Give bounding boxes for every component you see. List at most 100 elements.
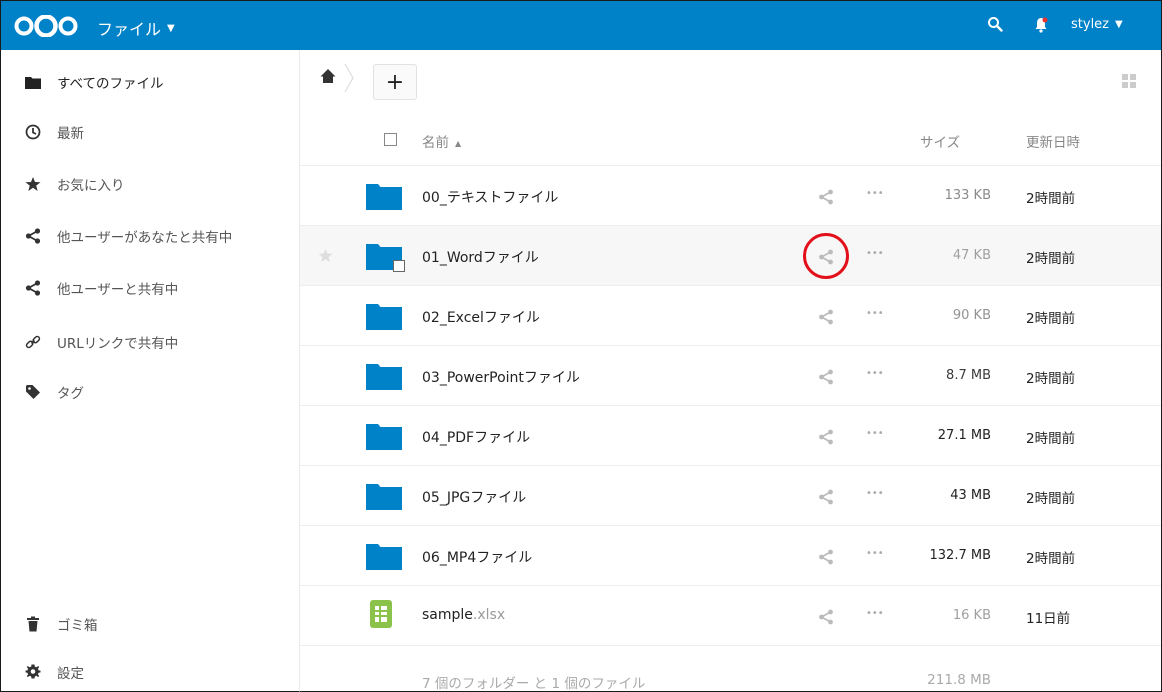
breadcrumb-separator-icon — [344, 64, 354, 92]
size-column-header[interactable]: サイズ — [920, 131, 960, 151]
file-name-base: 03_PowerPointファイル — [422, 370, 580, 386]
file-size: 8.7 MB — [946, 368, 991, 383]
file-size: 27.1 MB — [937, 428, 991, 443]
folder-icon[interactable] — [366, 302, 402, 330]
name-column-label: 名前 — [422, 135, 449, 151]
sidebar-item-label: ゴミ箱 — [57, 618, 98, 634]
sidebar-item-recent[interactable]: 最新 — [1, 108, 300, 156]
file-name-base: 02_Excelファイル — [422, 310, 540, 326]
file-name[interactable]: 02_Excelファイル — [422, 307, 540, 327]
file-size: 43 MB — [950, 488, 991, 503]
sidebar-item-shared-by-link[interactable]: URLリンクで共有中 — [1, 318, 300, 366]
sidebar-item-tags[interactable]: タグ — [1, 368, 300, 416]
sidebar-item-label: 最新 — [57, 126, 84, 142]
more-actions-icon[interactable]: ••• — [866, 188, 886, 204]
file-name-base: 06_MP4ファイル — [422, 550, 533, 566]
grid-view-icon[interactable] — [1122, 74, 1136, 88]
select-all-checkbox[interactable] — [384, 133, 397, 146]
file-size: 47 KB — [952, 248, 991, 263]
row-select-checkbox[interactable] — [393, 260, 405, 272]
table-row[interactable]: 03_PowerPointファイル ••• 8.7 MB 2時間前 — [300, 346, 1161, 406]
file-list-area: + 名前 ▲ サイズ 更新日時 00_テキストファイル ••• 133 KB 2時間前 0… — [300, 50, 1162, 692]
file-name[interactable]: 06_MP4ファイル — [422, 547, 532, 567]
file-size: 90 KB — [952, 308, 991, 323]
file-name[interactable]: 05_JPGファイル — [422, 487, 526, 507]
file-name[interactable]: sample.xlsx — [422, 607, 505, 623]
name-column-header[interactable]: 名前 ▲ — [422, 131, 461, 151]
spreadsheet-file-icon[interactable] — [370, 600, 396, 630]
sidebar: すべてのファイル 最新 お気に入り 他ユーザーがあなたと共有中 他ユーザーと共有… — [0, 50, 300, 692]
summary-row: 7 個のフォルダー と 1 個のファイル 211.8 MB — [300, 646, 1161, 692]
sidebar-item-trash[interactable]: ゴミ箱 — [1, 600, 300, 648]
folder-icon[interactable] — [366, 542, 402, 570]
table-row[interactable]: 02_Excelファイル ••• 90 KB 2時間前 — [300, 286, 1161, 346]
folder-icon[interactable] — [366, 422, 402, 450]
table-row[interactable]: 06_MP4ファイル ••• 132.7 MB 2時間前 — [300, 526, 1161, 586]
sidebar-item-settings[interactable]: 設定 — [1, 648, 300, 692]
file-modified: 2時間前 — [1026, 491, 1076, 507]
file-name-base: 01_Wordファイル — [422, 250, 539, 266]
gear-icon — [25, 664, 41, 680]
share-icon — [25, 228, 41, 244]
more-actions-icon[interactable]: ••• — [866, 248, 886, 264]
file-modified: 2時間前 — [1026, 431, 1076, 447]
file-name-base: 04_PDFファイル — [422, 430, 531, 446]
share-icon[interactable] — [818, 429, 834, 445]
share-icon[interactable] — [818, 609, 834, 625]
share-icon[interactable] — [818, 489, 834, 505]
tag-icon — [25, 384, 41, 400]
search-icon[interactable] — [987, 16, 1003, 32]
favorite-star-icon[interactable] — [318, 248, 333, 263]
sort-ascending-icon: ▲ — [455, 138, 462, 148]
folder-icon[interactable] — [366, 182, 402, 210]
folder-icon[interactable] — [366, 362, 402, 390]
caret-down-icon: ▼ — [167, 22, 175, 34]
home-icon[interactable] — [320, 68, 336, 84]
table-header: 名前 ▲ サイズ 更新日時 — [300, 114, 1161, 166]
user-menu[interactable]: stylez ▼ — [1071, 17, 1123, 32]
file-size: 16 KB — [952, 608, 991, 623]
file-name-base: sample — [422, 607, 473, 623]
sidebar-item-shared-with-others[interactable]: 他ユーザーと共有中 — [1, 264, 300, 312]
sidebar-item-favorites[interactable]: お気に入り — [1, 160, 300, 208]
table-row[interactable]: 05_JPGファイル ••• 43 MB 2時間前 — [300, 466, 1161, 526]
share-icon[interactable] — [818, 249, 834, 265]
table-row[interactable]: 00_テキストファイル ••• 133 KB 2時間前 — [300, 166, 1161, 226]
file-name[interactable]: 03_PowerPointファイル — [422, 367, 580, 387]
share-icon[interactable] — [818, 309, 834, 325]
file-size: 132.7 MB — [929, 548, 991, 563]
more-actions-icon[interactable]: ••• — [866, 368, 886, 384]
modified-column-header[interactable]: 更新日時 — [1026, 131, 1080, 151]
share-icon — [25, 280, 41, 296]
more-actions-icon[interactable]: ••• — [866, 608, 886, 624]
file-size: 133 KB — [944, 188, 991, 203]
clock-icon — [25, 124, 41, 140]
more-actions-icon[interactable]: ••• — [866, 428, 886, 444]
new-file-button[interactable]: + — [373, 64, 417, 100]
more-actions-icon[interactable]: ••• — [866, 488, 886, 504]
file-name-base: 05_JPGファイル — [422, 490, 527, 506]
more-actions-icon[interactable]: ••• — [866, 548, 886, 564]
sidebar-item-label: お気に入り — [57, 178, 125, 194]
folder-icon — [25, 74, 41, 90]
more-actions-icon[interactable]: ••• — [866, 308, 886, 324]
table-row[interactable]: sample.xlsx ••• 16 KB 11日前 — [300, 586, 1161, 646]
caret-down-icon: ▼ — [1115, 19, 1123, 30]
share-icon[interactable] — [818, 369, 834, 385]
sidebar-item-all-files[interactable]: すべてのファイル — [1, 58, 300, 106]
folder-icon[interactable] — [366, 482, 402, 510]
file-name[interactable]: 00_テキストファイル — [422, 187, 558, 207]
sidebar-item-shared-with-you[interactable]: 他ユーザーがあなたと共有中 — [1, 212, 300, 260]
table-row[interactable]: 04_PDFファイル ••• 27.1 MB 2時間前 — [300, 406, 1161, 466]
table-row[interactable]: 01_Wordファイル ••• 47 KB 2時間前 — [300, 226, 1161, 286]
file-name[interactable]: 01_Wordファイル — [422, 247, 539, 267]
app-menu[interactable]: ファイル ▼ — [97, 16, 175, 40]
share-icon[interactable] — [818, 549, 834, 565]
controls-bar: + — [300, 50, 1161, 114]
share-icon[interactable] — [818, 189, 834, 205]
nextcloud-logo[interactable] — [13, 15, 79, 37]
app-name-label: ファイル — [97, 20, 162, 39]
file-name[interactable]: 04_PDFファイル — [422, 427, 530, 447]
notification-bell-icon[interactable] — [1033, 16, 1049, 34]
sidebar-item-label: URLリンクで共有中 — [57, 336, 179, 352]
